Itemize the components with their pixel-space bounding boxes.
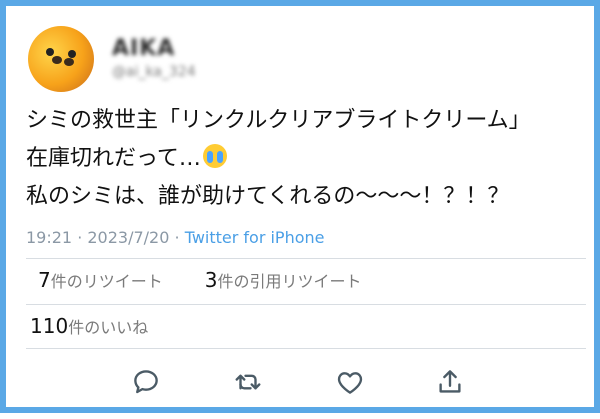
avatar[interactable] [28,26,94,92]
tweet-date[interactable]: 2023/7/20 [87,228,169,247]
bird-eye-left [46,48,54,56]
likes-count: 110 [30,314,69,338]
retweet-button[interactable] [228,362,268,402]
quotes-label: 件の引用リツイート [217,272,362,291]
screenshot-frame: AIKA @ai_ka_324 シミの救世主「リンクルクリアブライトクリーム」 … [0,0,600,413]
retweets-label: 件のリツイート [50,272,163,291]
tweet-line-3: 私のシミは、誰が助けてくれるの〜〜〜！？！？ [26,184,510,209]
quotes-stat[interactable]: 3件の引用リツイート [205,268,362,292]
share-icon [439,370,461,393]
author-handle[interactable]: @ai_ka_324 [112,64,196,80]
likes-label: 件のいいね [68,318,149,337]
divider [26,304,586,305]
tweet-card: AIKA @ai_ka_324 シミの救世主「リンクルクリアブライトクリーム」 … [26,6,586,419]
tweet-line-1: シミの救世主「リンクルクリアブライトクリーム」 [26,108,531,133]
reply-icon [134,370,158,394]
stats-row-likes: 110件のいいね [26,314,148,338]
retweet-icon [235,374,261,390]
like-icon [337,372,363,394]
like-button[interactable] [330,362,370,402]
divider [26,348,586,349]
tweet-line-2: 在庫切れだって… [26,140,586,178]
tweet-time[interactable]: 19:21 [26,228,72,247]
bird-beak-left [52,56,62,64]
action-bar [26,362,586,402]
likes-stat[interactable]: 110件のいいね [30,314,148,338]
meta-separator: · [72,228,88,247]
divider [26,258,586,259]
tweet-source-link[interactable]: Twitter for iPhone [185,228,325,247]
share-button[interactable] [430,362,470,402]
tweet-meta: 19:21 · 2023/7/20 · Twitter for iPhone [26,228,325,247]
bird-eye-right [68,50,76,58]
quotes-count: 3 [204,268,218,292]
tweet-text: シミの救世主「リンクルクリアブライトクリーム」 在庫切れだって… 私のシミは、誰… [26,102,586,216]
retweets-count: 7 [38,268,51,292]
meta-separator: · [169,228,185,247]
author-name[interactable]: AIKA [112,36,175,61]
bird-beak-right [64,58,74,66]
retweets-stat[interactable]: 7件のリツイート [38,268,163,292]
tweet-line-2-text: 在庫切れだって… [26,146,201,171]
stats-row-retweets: 7件のリツイート 3件の引用リツイート [26,268,362,292]
reply-button[interactable] [126,362,166,402]
crying-face-emoji-icon [202,144,227,168]
